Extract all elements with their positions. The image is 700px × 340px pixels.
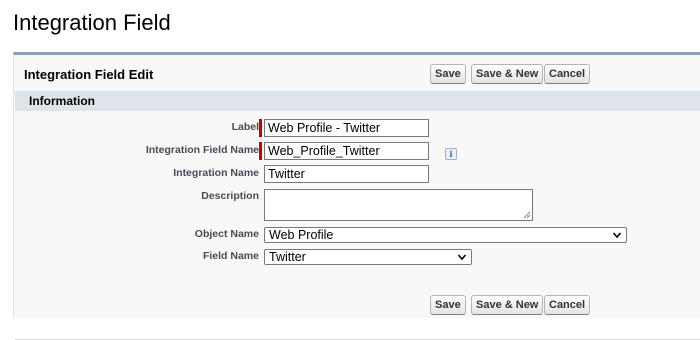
description-label: Description (201, 190, 259, 202)
footer-cancel-button[interactable]: Cancel (544, 295, 591, 315)
footer-save-and-new-button[interactable]: Save & New (471, 295, 544, 315)
integration-field-name-label: Integration Field Name (145, 144, 259, 156)
save-and-new-button[interactable]: Save & New (471, 64, 544, 84)
object-name-value: Web Profile (269, 228, 334, 242)
chevron-down-icon (457, 254, 467, 261)
field-name-select[interactable]: Twitter (264, 249, 472, 265)
panel-header: Integration Field Edit Save Save & New C… (14, 55, 700, 92)
footer-save-button[interactable]: Save (430, 295, 466, 315)
chevron-down-icon (612, 232, 622, 239)
panel-title: Integration Field Edit (24, 67, 154, 82)
info-icon[interactable]: i (445, 148, 457, 160)
section-title: Information (29, 94, 95, 108)
description-textarea[interactable] (264, 189, 533, 221)
edit-panel: Integration Field Edit Save Save & New C… (13, 52, 700, 340)
integration-name-input[interactable]: Twitter (264, 165, 429, 183)
required-indicator (259, 119, 262, 137)
integration-field-name-input[interactable]: Web_Profile_Twitter (264, 142, 429, 160)
field-name-value: Twitter (269, 250, 306, 264)
object-name-label: Object Name (194, 228, 259, 240)
resize-grip-icon[interactable] (523, 211, 531, 219)
label-field-label: Label (231, 121, 259, 133)
integration-name-label: Integration Name (173, 167, 259, 179)
page-title: Integration Field (13, 10, 171, 35)
label-input[interactable]: Web Profile - Twitter (264, 119, 429, 137)
cancel-button[interactable]: Cancel (544, 64, 591, 84)
object-name-select[interactable]: Web Profile (264, 227, 627, 243)
save-button[interactable]: Save (430, 64, 466, 84)
required-indicator (259, 142, 262, 160)
field-name-label: Field Name (202, 250, 259, 262)
section-information: Information (15, 91, 700, 111)
